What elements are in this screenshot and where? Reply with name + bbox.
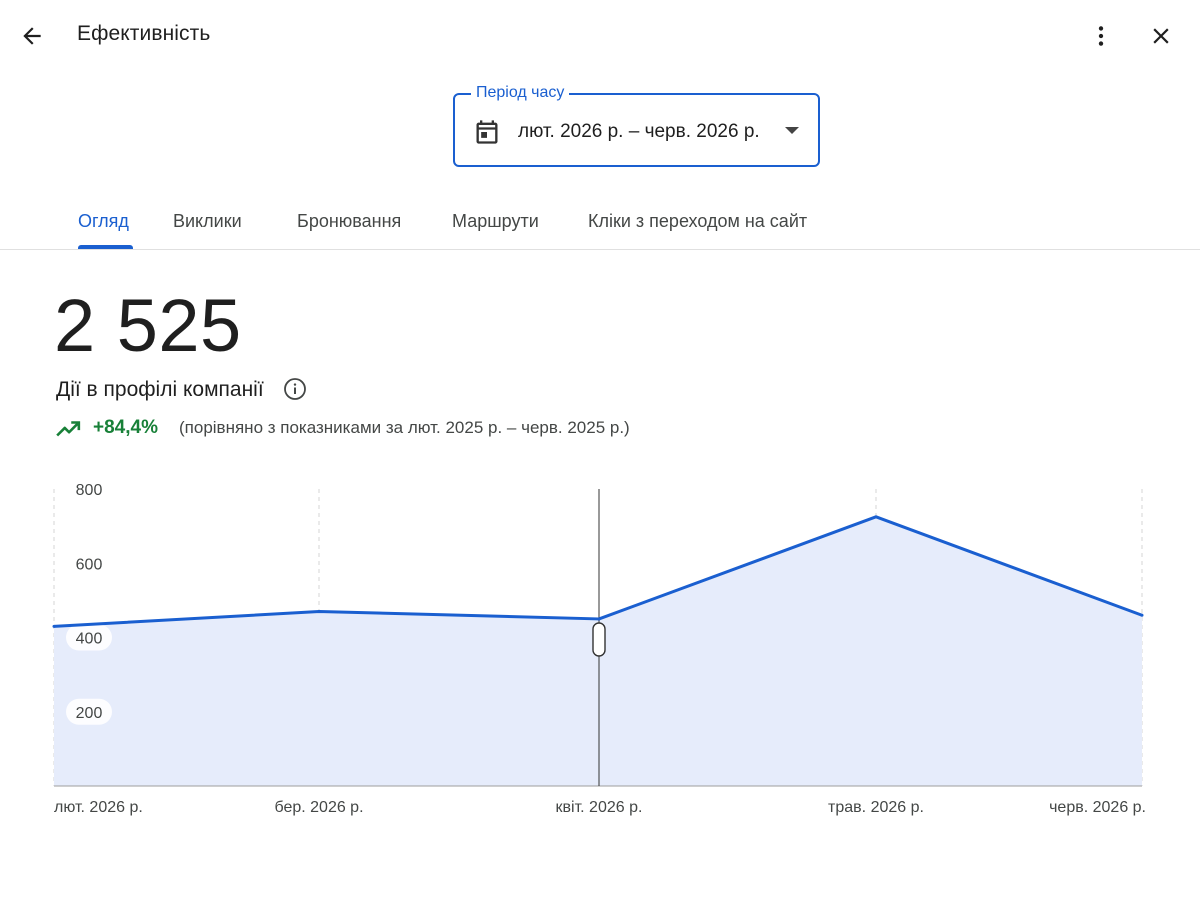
y-tick-label: 200 bbox=[76, 705, 103, 722]
tab-directions[interactable]: Маршрути bbox=[452, 211, 539, 232]
tab-bar: Огляд Виклики Бронювання Маршрути Кліки … bbox=[0, 195, 1200, 250]
close-button[interactable] bbox=[1139, 14, 1183, 58]
trend-percentage: +84,4% bbox=[93, 417, 158, 438]
x-tick-label: лют. 2026 р. bbox=[54, 799, 143, 816]
x-tick-label: трав. 2026 р. bbox=[828, 799, 924, 816]
more-options-button[interactable] bbox=[1079, 14, 1123, 58]
x-tick-label: квіт. 2026 р. bbox=[556, 799, 643, 816]
calendar-icon bbox=[476, 120, 498, 144]
tab-bookings[interactable]: Бронювання bbox=[297, 211, 401, 232]
tab-calls[interactable]: Виклики bbox=[173, 211, 242, 232]
page-title: Ефективність bbox=[77, 22, 211, 45]
total-actions-value: 2 525 bbox=[54, 284, 242, 367]
info-icon[interactable] bbox=[283, 377, 307, 401]
data-point bbox=[317, 610, 321, 614]
close-icon bbox=[1153, 28, 1169, 44]
metric-label: Дії в профілі компанії bbox=[56, 378, 264, 401]
trending-up-icon bbox=[56, 421, 81, 437]
time-period-select[interactable]: Період часу лют. 2026 р. – черв. 2026 р. bbox=[453, 83, 820, 167]
more-vert-icon bbox=[1098, 26, 1104, 46]
top-app-bar: Ефективність bbox=[0, 0, 1200, 72]
x-tick-label: черв. 2026 р. bbox=[1049, 799, 1146, 816]
y-tick-label: 600 bbox=[76, 556, 103, 573]
data-point bbox=[1140, 613, 1144, 617]
dropdown-arrow-icon bbox=[785, 127, 799, 134]
tab-website-clicks[interactable]: Кліки з переходом на сайт bbox=[588, 211, 807, 232]
data-point bbox=[874, 515, 878, 519]
back-button[interactable] bbox=[10, 14, 54, 58]
time-period-label: Період часу bbox=[471, 83, 570, 103]
y-tick-label: 800 bbox=[76, 482, 103, 499]
selection-drag-handle[interactable] bbox=[592, 622, 606, 657]
x-tick-label: бер. 2026 р. bbox=[274, 799, 363, 816]
time-period-value: лют. 2026 р. – черв. 2026 р. bbox=[518, 121, 760, 142]
arrow-back-icon bbox=[23, 27, 41, 45]
data-point bbox=[597, 617, 601, 621]
data-point bbox=[52, 624, 56, 628]
trend-comparison-text: (порівняно з показниками за лют. 2025 р.… bbox=[179, 418, 630, 437]
tab-overview[interactable]: Огляд bbox=[78, 211, 129, 232]
y-tick-label: 400 bbox=[76, 631, 103, 648]
active-tab-indicator bbox=[78, 245, 133, 249]
performance-chart[interactable]: 800 600 400 200 лют. 2026 р. бер. 2026 р. квіт… bbox=[0, 470, 1200, 830]
